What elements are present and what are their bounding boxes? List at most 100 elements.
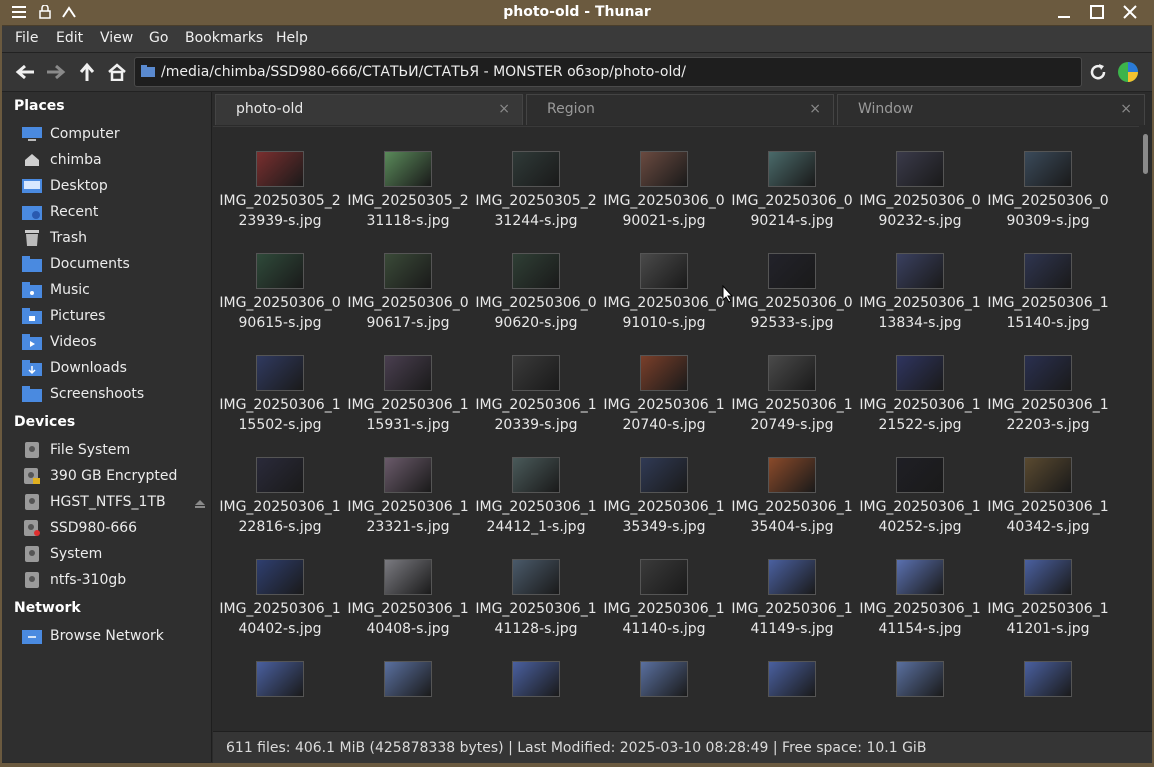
sidebar-item-hgst-ntfs-1tb[interactable]: HGST_NTFS_1TB — [22, 491, 202, 513]
menu-help[interactable]: Help — [276, 30, 308, 46]
file-item[interactable]: IMG_20250305_205534-s.jpg — [216, 127, 344, 147]
file-item[interactable]: IMG_20250305_2 23939-s.jpg — [216, 147, 344, 249]
file-item[interactable] — [728, 657, 856, 731]
file-item[interactable]: IMG_20250306_1 24412_1-s.jpg — [472, 453, 600, 555]
file-item[interactable] — [600, 657, 728, 731]
sidebar-item-390gb-encrypted[interactable]: 390 GB Encrypted — [22, 465, 202, 487]
file-item[interactable]: IMG_20250306_0 90615-s.jpg — [216, 249, 344, 351]
file-item[interactable]: IMG_20250306_1 35404-s.jpg — [728, 453, 856, 555]
file-name-line: 90620-s.jpg — [494, 315, 578, 331]
sidebar-item-file-system[interactable]: File System — [22, 439, 202, 461]
tab-region[interactable]: Region × — [526, 94, 834, 125]
file-item[interactable] — [984, 657, 1112, 731]
sidebar-item-documents[interactable]: Documents — [22, 253, 202, 275]
file-item[interactable]: IMG_20250306_0 90620-s.jpg — [472, 249, 600, 351]
file-item[interactable]: IMG_20250306_1 20749-s.jpg — [728, 351, 856, 453]
file-item[interactable]: IMG_20250306_0 90021-s.jpg — [600, 147, 728, 249]
sidebar-item-music[interactable]: Music — [22, 279, 202, 301]
file-item[interactable]: IMG_20250306_1 15140-s.jpg — [984, 249, 1112, 351]
menu-go[interactable]: Go — [149, 30, 168, 46]
sidebar-item-recent[interactable]: Recent — [22, 201, 202, 223]
minimize-icon[interactable] — [1053, 2, 1075, 22]
sidebar-item-ssd980-666[interactable]: SSD980-666 — [22, 517, 202, 539]
sidebar-item-videos[interactable]: Videos — [22, 331, 202, 353]
file-item[interactable]: IMG_20250306_1 40342-s.jpg — [984, 453, 1112, 555]
sidebar-item-ntfs-310gb[interactable]: ntfs-310gb — [22, 569, 202, 591]
file-item[interactable]: IMG_20250306_1 41154-s.jpg — [856, 555, 984, 657]
file-item[interactable]: IMG_20250306_1 23321-s.jpg — [344, 453, 472, 555]
file-item[interactable]: IMG_20250305_214715-s.jpg — [728, 127, 856, 147]
sidebar-item-pictures[interactable]: Pictures — [22, 305, 202, 327]
back-arrow-icon[interactable] — [14, 61, 36, 83]
file-view[interactable]: IMG_20250305_205534-s.jpgIMG_20250305_20… — [213, 126, 1139, 731]
file-item[interactable]: IMG_20250306_1 35349-s.jpg — [600, 453, 728, 555]
file-item[interactable]: IMG_20250306_1 40408-s.jpg — [344, 555, 472, 657]
sidebar-item-screenshoots[interactable]: Screenshoots — [22, 383, 202, 405]
file-item[interactable]: IMG_20250306_0 91010-s.jpg — [600, 249, 728, 351]
file-item[interactable]: IMG_20250306_1 20740-s.jpg — [600, 351, 728, 453]
file-item[interactable]: IMG_20250306_1 40402-s.jpg — [216, 555, 344, 657]
eject-icon[interactable] — [194, 497, 206, 513]
file-item[interactable] — [472, 657, 600, 731]
up-arrow-icon[interactable] — [76, 61, 98, 83]
sidebar-item-home[interactable]: chimba — [22, 149, 202, 171]
tab-close-icon[interactable]: × — [498, 101, 510, 117]
file-item[interactable]: IMG_20250306_1 40252-s.jpg — [856, 453, 984, 555]
file-item[interactable]: IMG_20250306_0 90214-s.jpg — [728, 147, 856, 249]
sidebar-item-label: Pictures — [50, 308, 106, 324]
file-item[interactable]: IMG_20250306_1 22816-s.jpg — [216, 453, 344, 555]
file-item[interactable]: IMG_20250306_1 20339-s.jpg — [472, 351, 600, 453]
sidebar-item-desktop[interactable]: Desktop — [22, 175, 202, 197]
file-item[interactable]: IMG_20250305_222350-s.jpg — [856, 127, 984, 147]
menu-bookmarks[interactable]: Bookmarks — [185, 30, 263, 46]
file-item[interactable]: IMG_20250305_205538-s.jpg — [344, 127, 472, 147]
file-name: IMG_20250305_222350-s.jpg — [856, 127, 984, 129]
file-item[interactable]: IMG_20250306_0 92533-s.jpg — [728, 249, 856, 351]
tab-close-icon[interactable]: × — [1120, 101, 1132, 117]
file-name: IMG_20250306_1 21522-s.jpg — [856, 395, 984, 435]
file-item[interactable]: IMG_20250305_2 31244-s.jpg — [472, 147, 600, 249]
file-item[interactable]: IMG_20250306_1 15931-s.jpg — [344, 351, 472, 453]
sidebar-item-computer[interactable]: Computer — [22, 123, 202, 145]
home-icon[interactable] — [106, 61, 128, 83]
menu-edit[interactable]: Edit — [56, 30, 83, 46]
sidebar-item-browse-network[interactable]: Browse Network — [22, 625, 202, 647]
forward-arrow-icon[interactable] — [45, 61, 67, 83]
file-item[interactable] — [344, 657, 472, 731]
close-icon[interactable] — [1119, 2, 1141, 22]
file-item[interactable]: IMG_20250306_1 22203-s.jpg — [984, 351, 1112, 453]
location-bar[interactable]: /media/chimba/SSD980-666/СТАТЬИ/СТАТЬЯ -… — [134, 57, 1082, 87]
color-wheel-icon[interactable] — [1117, 61, 1139, 83]
tab-window[interactable]: Window × — [837, 94, 1145, 125]
sidebar-item-trash[interactable]: Trash — [22, 227, 202, 249]
file-item[interactable] — [216, 657, 344, 731]
file-item[interactable]: IMG_20250305_222352_1-s.jpg — [984, 127, 1112, 147]
sidebar-item-downloads[interactable]: Downloads — [22, 357, 202, 379]
computer-icon — [22, 125, 42, 143]
file-name-line: IMG_20250306_0 — [475, 295, 597, 311]
scrollbar-thumb[interactable] — [1143, 134, 1148, 174]
tab-close-icon[interactable]: × — [809, 101, 821, 117]
menu-view[interactable]: View — [100, 30, 133, 46]
file-name-line: 40402-s.jpg — [238, 621, 322, 637]
file-item[interactable]: IMG_20250305_214255-s.jpg — [600, 127, 728, 147]
menu-file[interactable]: File — [15, 30, 38, 46]
tab-photo-old[interactable]: photo-old × — [215, 94, 523, 125]
reload-icon[interactable] — [1087, 61, 1109, 83]
maximize-icon[interactable] — [1086, 2, 1108, 22]
file-item[interactable]: IMG_20250306_1 41201-s.jpg — [984, 555, 1112, 657]
file-item[interactable]: IMG_20250306_1 41128-s.jpg — [472, 555, 600, 657]
file-item[interactable]: IMG_20250306_0 90309-s.jpg — [984, 147, 1112, 249]
file-item[interactable]: IMG_20250306_1 15502-s.jpg — [216, 351, 344, 453]
sidebar-item-system[interactable]: System — [22, 543, 202, 565]
file-item[interactable]: IMG_20250305_2 31118-s.jpg — [344, 147, 472, 249]
file-item[interactable]: IMG_20250306_0 90232-s.jpg — [856, 147, 984, 249]
file-item[interactable]: IMG_20250306_0 90617-s.jpg — [344, 249, 472, 351]
image-thumbnail — [640, 355, 688, 391]
file-item[interactable]: IMG_20250306_1 41140-s.jpg — [600, 555, 728, 657]
file-item[interactable]: IMG_20250306_1 21522-s.jpg — [856, 351, 984, 453]
file-item[interactable] — [856, 657, 984, 731]
file-item[interactable]: IMG_20250306_1 13834-s.jpg — [856, 249, 984, 351]
file-item[interactable]: IMG_20250305_205705-s.jpg — [472, 127, 600, 147]
file-item[interactable]: IMG_20250306_1 41149-s.jpg — [728, 555, 856, 657]
